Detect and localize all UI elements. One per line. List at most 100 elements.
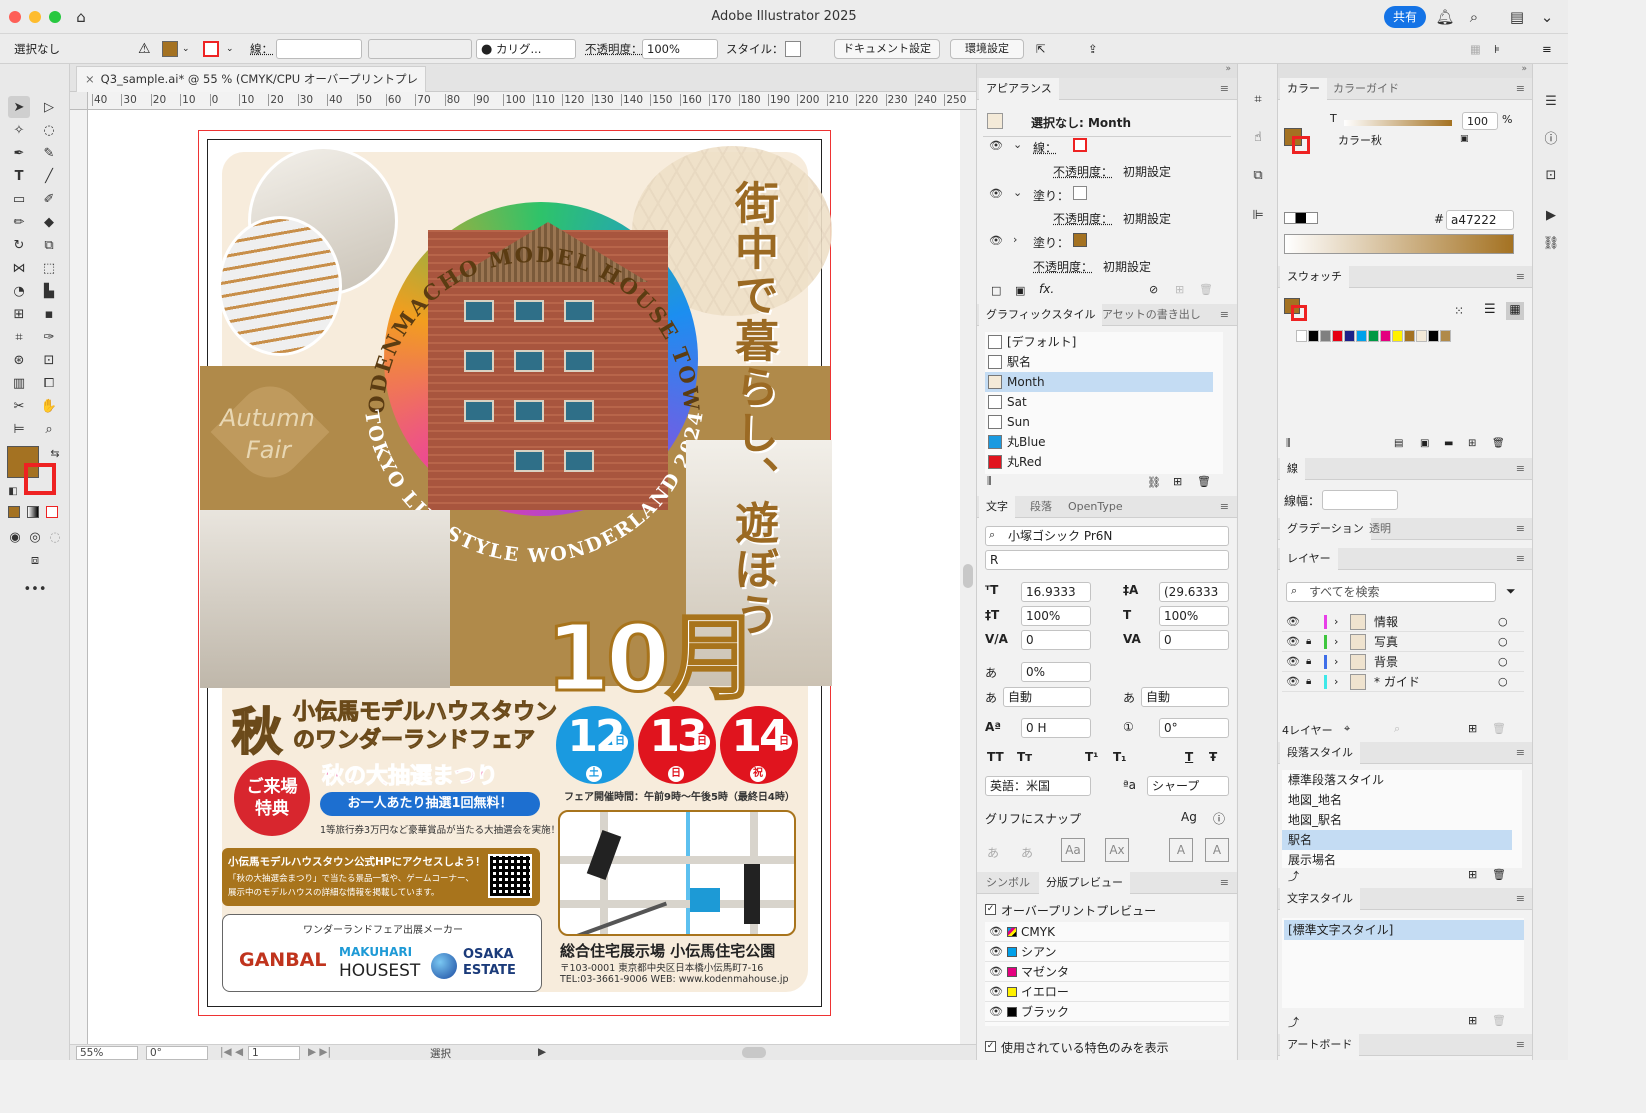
- pencil-icon[interactable]: ✏: [8, 211, 30, 233]
- none-black-white-swatches[interactable]: [1284, 212, 1318, 224]
- snap-angular-icon[interactable]: A: [1169, 838, 1193, 862]
- color-swatch[interactable]: [1368, 330, 1379, 342]
- font-style-field[interactable]: R: [985, 550, 1229, 570]
- eye-icon[interactable]: 👁︎: [989, 187, 1003, 200]
- color-swatch[interactable]: [1440, 330, 1451, 342]
- paragraph-style-item[interactable]: 展示場名: [1282, 850, 1512, 870]
- screen-mode-icon[interactable]: ⧈: [24, 549, 46, 571]
- tab-paragraph-styles[interactable]: 段落スタイル: [1280, 742, 1360, 764]
- overprint-checkbox[interactable]: ✓: [985, 904, 996, 915]
- separation-row[interactable]: 👁︎ CMYK: [985, 922, 1229, 942]
- share-button[interactable]: 共有: [1384, 6, 1426, 28]
- vertical-ruler[interactable]: [70, 110, 88, 1044]
- underline-button[interactable]: T: [1185, 750, 1193, 764]
- panel-menu-icon[interactable]: ≡: [1516, 888, 1525, 910]
- char-rotation-field[interactable]: 0°: [1159, 718, 1229, 738]
- new-style-icon[interactable]: ⊞: [1173, 475, 1182, 488]
- curvature-tool-icon[interactable]: ✎: [38, 142, 60, 164]
- appearance-opacity-1[interactable]: 不透明度：: [1053, 163, 1113, 180]
- font-family-field[interactable]: 小塚ゴシック Pr6N: [985, 526, 1229, 546]
- tab-character-styles[interactable]: 文字スタイル: [1280, 888, 1360, 910]
- panel-menu-icon[interactable]: ≡: [1220, 872, 1229, 894]
- eraser-icon[interactable]: ◆: [38, 211, 60, 233]
- tab-separations-preview[interactable]: 分版プレビュー: [1039, 872, 1130, 894]
- scroll-thumb[interactable]: [963, 564, 973, 588]
- color-swatch[interactable]: [1332, 330, 1343, 342]
- gradient-mode-icon[interactable]: [27, 506, 39, 518]
- distribute-icon[interactable]: ⊧: [1494, 39, 1500, 59]
- character-style-item[interactable]: [標準文字スタイル]: [1284, 920, 1524, 940]
- tab-color[interactable]: カラー: [1280, 78, 1327, 100]
- only-used-checkbox[interactable]: ✓: [985, 1041, 996, 1052]
- shape-builder-icon[interactable]: ◔: [8, 280, 30, 302]
- color-swatch[interactable]: [1416, 330, 1427, 342]
- snap-bounds-icon[interactable]: Aa: [1061, 838, 1085, 862]
- grid-view-icon[interactable]: ▦: [1506, 302, 1524, 320]
- graphic-style-item[interactable]: 丸Blue: [985, 432, 1213, 452]
- status-menu-icon[interactable]: ▶: [538, 1046, 546, 1058]
- clear-appearance-icon[interactable]: ⊘: [1149, 283, 1158, 296]
- add-fill-icon[interactable]: ▣: [1015, 284, 1025, 297]
- tab-color-guide[interactable]: カラーガイド: [1326, 78, 1406, 100]
- new-style-icon[interactable]: ⊞: [1468, 868, 1477, 881]
- panel-menu-icon[interactable]: ≡: [1516, 78, 1525, 100]
- snap-proximity-icon[interactable]: Ax: [1105, 838, 1129, 862]
- new-group-icon[interactable]: ▬: [1444, 438, 1453, 449]
- vertical-scrollbar[interactable]: [960, 110, 976, 1044]
- transform-panel-icon[interactable]: ⌗: [1247, 88, 1269, 110]
- horizontal-ruler[interactable]: 40 30 20 10 0 10 20 30 40 50 60 70 80 90 100 110 120 130 1…: [88, 92, 976, 110]
- eye-icon[interactable]: 👁︎: [989, 922, 1003, 942]
- trash-icon[interactable]: 🗑︎: [1197, 475, 1211, 488]
- swatch-kind-icon[interactable]: ⁙: [1454, 304, 1464, 318]
- panel-menu-icon[interactable]: ≡: [1220, 496, 1229, 518]
- snap-italic-icon[interactable]: A: [1205, 838, 1229, 862]
- tab-artboards[interactable]: アートボード: [1280, 1034, 1360, 1056]
- tab-symbols[interactable]: シンボル: [979, 872, 1037, 894]
- tab-paragraph[interactable]: 段落: [1023, 496, 1059, 518]
- libraries-icon[interactable]: ⊡: [1540, 164, 1562, 186]
- leading-field[interactable]: (29.6333: [1159, 582, 1229, 602]
- all-caps-button[interactable]: TT: [987, 750, 1004, 764]
- target-icon[interactable]: ○: [1498, 612, 1508, 632]
- live-paint-icon[interactable]: ▙: [38, 280, 60, 302]
- draw-normal-icon[interactable]: ◉: [4, 526, 26, 548]
- info-panel-icon[interactable]: ⓘ: [1540, 126, 1562, 148]
- workspace-layout-icon[interactable]: ▤: [1506, 6, 1528, 28]
- target-icon[interactable]: ○: [1498, 632, 1508, 652]
- panel-menu-icon[interactable]: ≡: [1220, 304, 1229, 326]
- info-icon[interactable]: ⓘ: [1213, 810, 1225, 827]
- new-layer-icon[interactable]: ⊞: [1468, 722, 1477, 735]
- lock-icon[interactable]: 🔒︎: [1306, 652, 1311, 672]
- separation-row[interactable]: 👁︎ ブラック: [985, 1002, 1229, 1022]
- aki-after-field[interactable]: 自動: [1141, 687, 1229, 707]
- mesh-tool-icon[interactable]: ⌗: [8, 326, 30, 348]
- trash-icon[interactable]: 🗑︎: [1492, 868, 1506, 881]
- chevron-down-icon[interactable]: ⌄: [226, 39, 234, 59]
- load-styles-icon[interactable]: ⤴: [1288, 868, 1299, 884]
- trash-icon[interactable]: 🗑︎: [1492, 722, 1506, 735]
- zoom-tool-icon[interactable]: ⌕: [38, 418, 60, 440]
- stroke-swatch-large[interactable]: [24, 463, 56, 495]
- snap-xheight-icon[interactable]: あ: [1021, 844, 1033, 861]
- add-stroke-icon[interactable]: □: [991, 284, 1001, 297]
- color-spectrum[interactable]: [1284, 234, 1514, 254]
- hex-field[interactable]: a47222: [1446, 210, 1514, 230]
- draw-inside-icon[interactable]: ◌: [44, 526, 66, 548]
- search-icon[interactable]: ⌕: [1463, 6, 1485, 28]
- snap-baseline-icon[interactable]: あ: [987, 844, 999, 861]
- artboard-tool-icon[interactable]: ⧠: [38, 372, 60, 394]
- properties-icon[interactable]: ☰: [1540, 90, 1562, 112]
- antialias-field[interactable]: シャープ: [1147, 776, 1229, 796]
- chevron-right-icon[interactable]: ›: [1334, 612, 1338, 632]
- eyedropper-icon[interactable]: ✑: [38, 326, 60, 348]
- stroke-weight-input[interactable]: [1322, 490, 1398, 510]
- graph-tool-icon[interactable]: ▥: [8, 372, 30, 394]
- strikethrough-button[interactable]: Ŧ: [1209, 750, 1217, 764]
- small-caps-button[interactable]: Tт: [1017, 750, 1032, 764]
- preferences-button[interactable]: 環境設定: [950, 39, 1024, 59]
- tracking-field[interactable]: 0: [1159, 630, 1229, 650]
- tsume-field[interactable]: 0%: [1021, 662, 1091, 682]
- separation-row[interactable]: 👁︎ シアン: [985, 942, 1229, 962]
- appearance-fill-1[interactable]: 塗り：: [1033, 187, 1069, 204]
- tab-stroke[interactable]: 線: [1280, 458, 1305, 480]
